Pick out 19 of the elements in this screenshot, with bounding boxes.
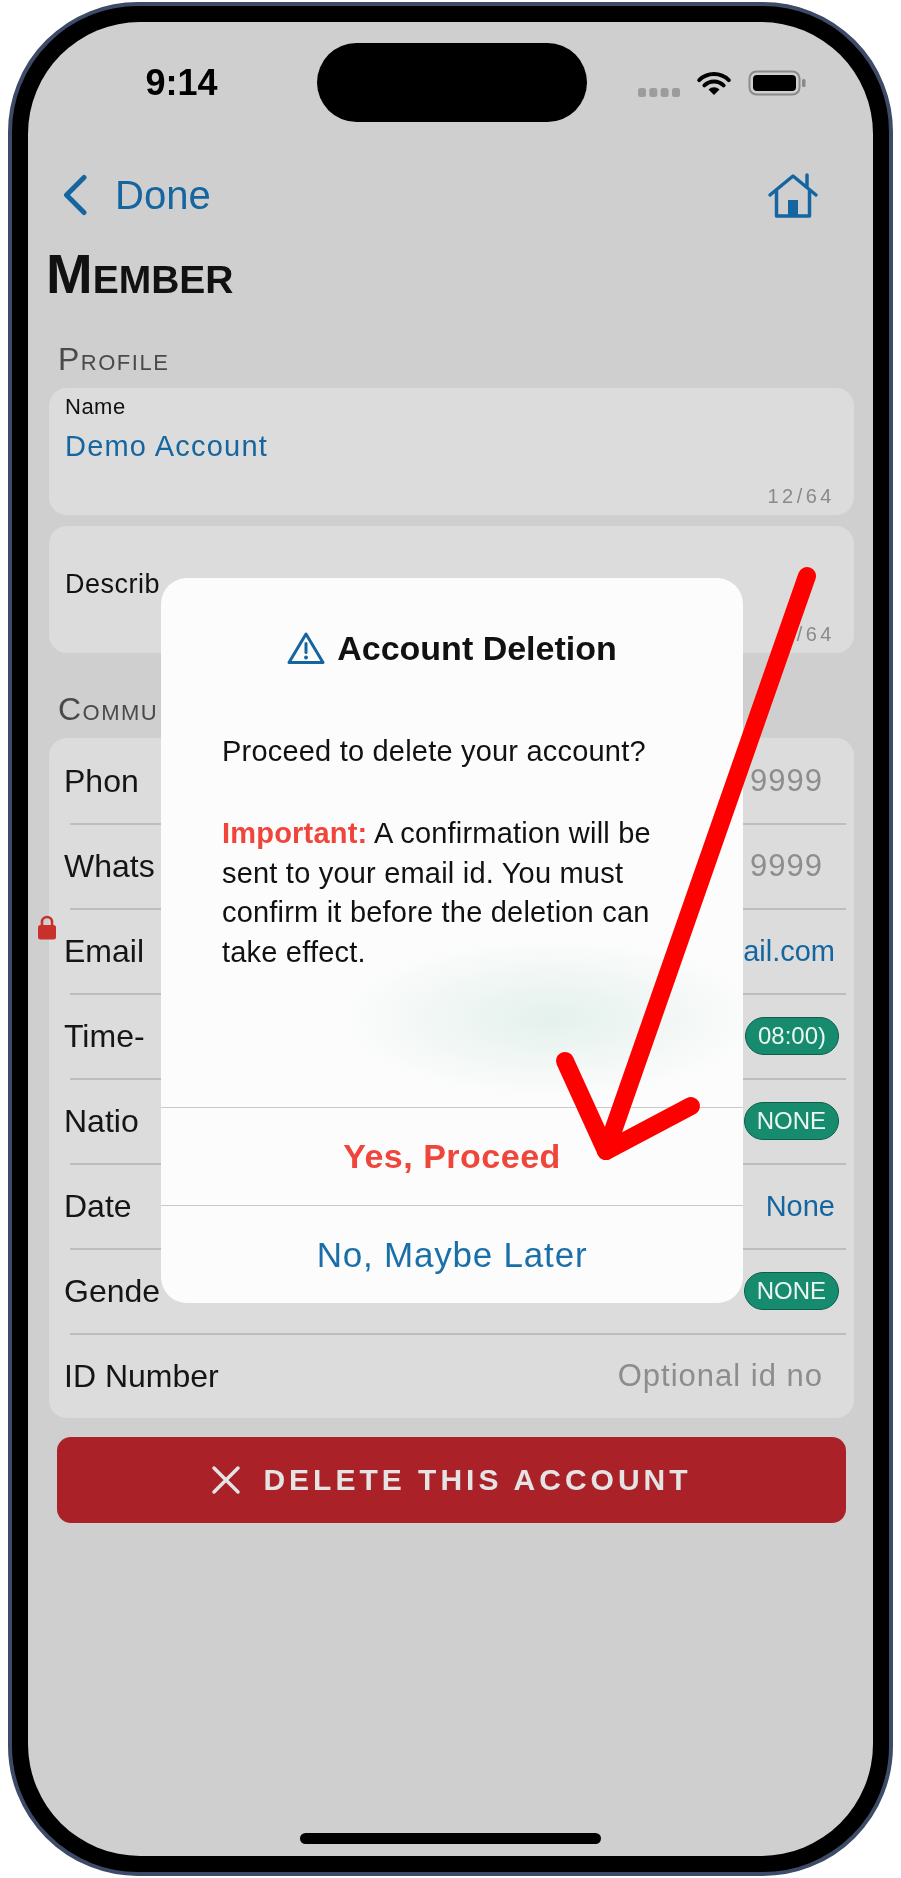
dialog-message: Proceed to delete your account? <box>222 734 647 769</box>
row-label: Natio <box>64 1102 139 1139</box>
section-header: Commu <box>58 691 159 727</box>
row-label: Whats <box>64 847 155 884</box>
row-label: Phon <box>64 762 139 799</box>
character-counter: 12/64 <box>767 486 835 506</box>
page-title: Member <box>46 244 234 304</box>
character-counter: /64 <box>796 624 835 644</box>
row-label: Date <box>64 1187 132 1224</box>
field-label: Describ <box>65 568 161 601</box>
row-label: Gende <box>64 1272 161 1309</box>
dialog-note: Important: A confirmation will be sent to your email id. You must confirm it before the deletion can take effect. <box>222 816 652 970</box>
row-label: Email <box>64 932 144 969</box>
section-header: Profile <box>58 341 170 377</box>
status-time: 9:14 <box>145 62 218 103</box>
dialog-title: Account Deletion <box>337 628 617 668</box>
row-label: ID Number <box>64 1357 219 1394</box>
row-label: Time- <box>64 1017 145 1054</box>
field-label: Name <box>65 395 126 419</box>
